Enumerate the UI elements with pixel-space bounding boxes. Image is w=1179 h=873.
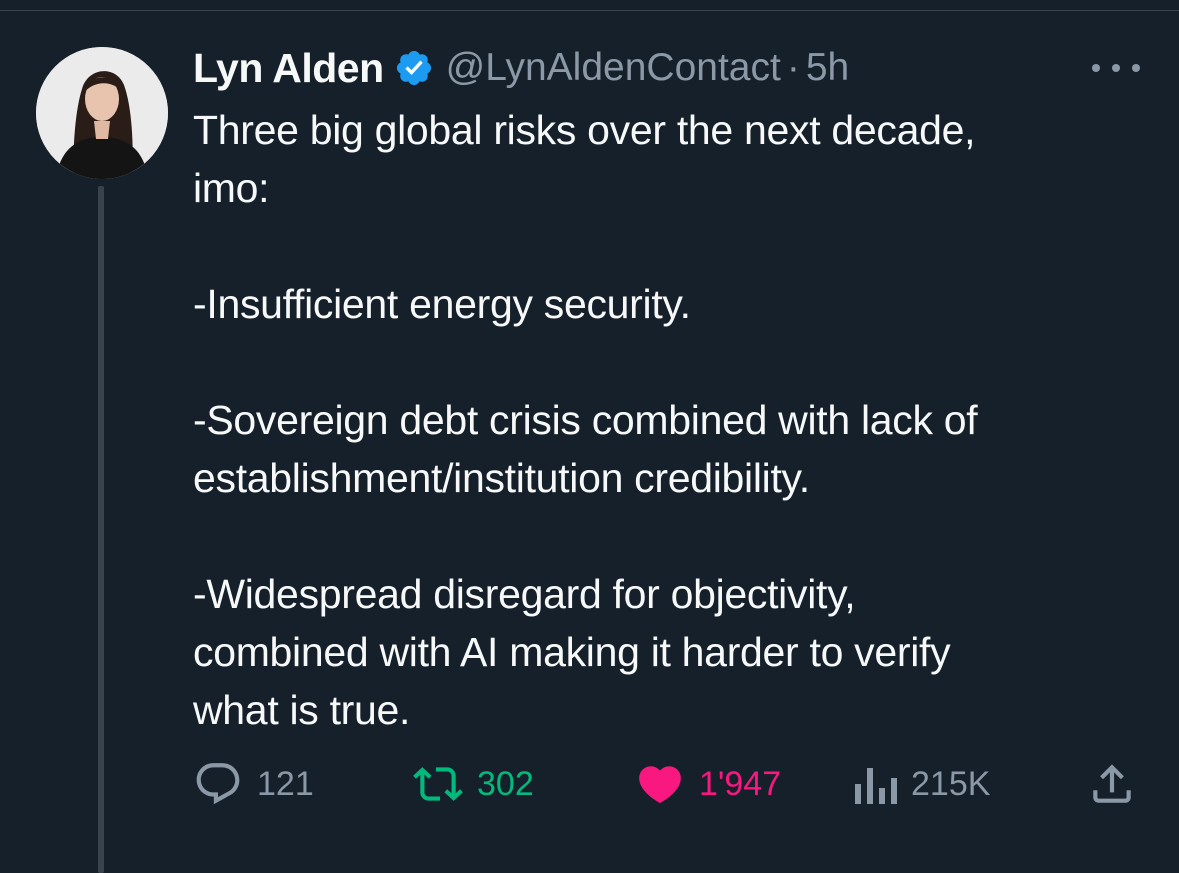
timestamp[interactable]: 5h [806, 46, 849, 90]
reply-button[interactable]: 121 [193, 756, 314, 812]
action-bar: 121 302 1'947 215K [193, 756, 1143, 812]
author-name[interactable]: Lyn Alden [193, 45, 384, 92]
tweet-line: -Insufficient energy security. [193, 281, 691, 327]
author-handle[interactable]: @LynAldenContact [446, 46, 781, 90]
share-button[interactable] [1087, 756, 1137, 812]
tweet-line: -Sovereign debt crisis combined with lac… [193, 397, 978, 443]
tweet-line: establishment/institution credibility. [193, 455, 810, 501]
tweet-line: imo: [193, 165, 270, 211]
reply-icon [193, 759, 243, 809]
tweet-text: Three big global risks over the next dec… [193, 101, 1143, 739]
top-divider [0, 10, 1179, 11]
retweet-icon [413, 759, 463, 809]
avatar-photo [36, 47, 168, 179]
tweet-line: -Widespread disregard for objectivity, [193, 571, 856, 617]
separator-dot: · [786, 46, 800, 89]
verified-badge-icon[interactable] [394, 48, 434, 88]
more-icon[interactable] [1092, 56, 1140, 80]
like-button[interactable]: 1'947 [635, 756, 781, 812]
reply-count: 121 [257, 764, 314, 803]
views-button[interactable]: 215K [853, 756, 990, 812]
tweet-header: Lyn Alden @LynAldenContact · 5h [193, 42, 849, 94]
thread-line [98, 186, 104, 873]
tweet-line: Three big global risks over the next dec… [193, 107, 976, 153]
like-count: 1'947 [699, 764, 782, 803]
share-icon [1087, 759, 1137, 809]
tweet-line: combined with AI making it harder to ver… [193, 629, 951, 675]
retweet-count: 302 [477, 764, 534, 803]
retweet-button[interactable]: 302 [413, 756, 534, 812]
tweet-line: what is true. [193, 687, 411, 733]
views-count: 215K [911, 764, 991, 803]
avatar[interactable] [36, 47, 168, 179]
heart-icon [635, 759, 685, 809]
views-icon [853, 759, 897, 809]
